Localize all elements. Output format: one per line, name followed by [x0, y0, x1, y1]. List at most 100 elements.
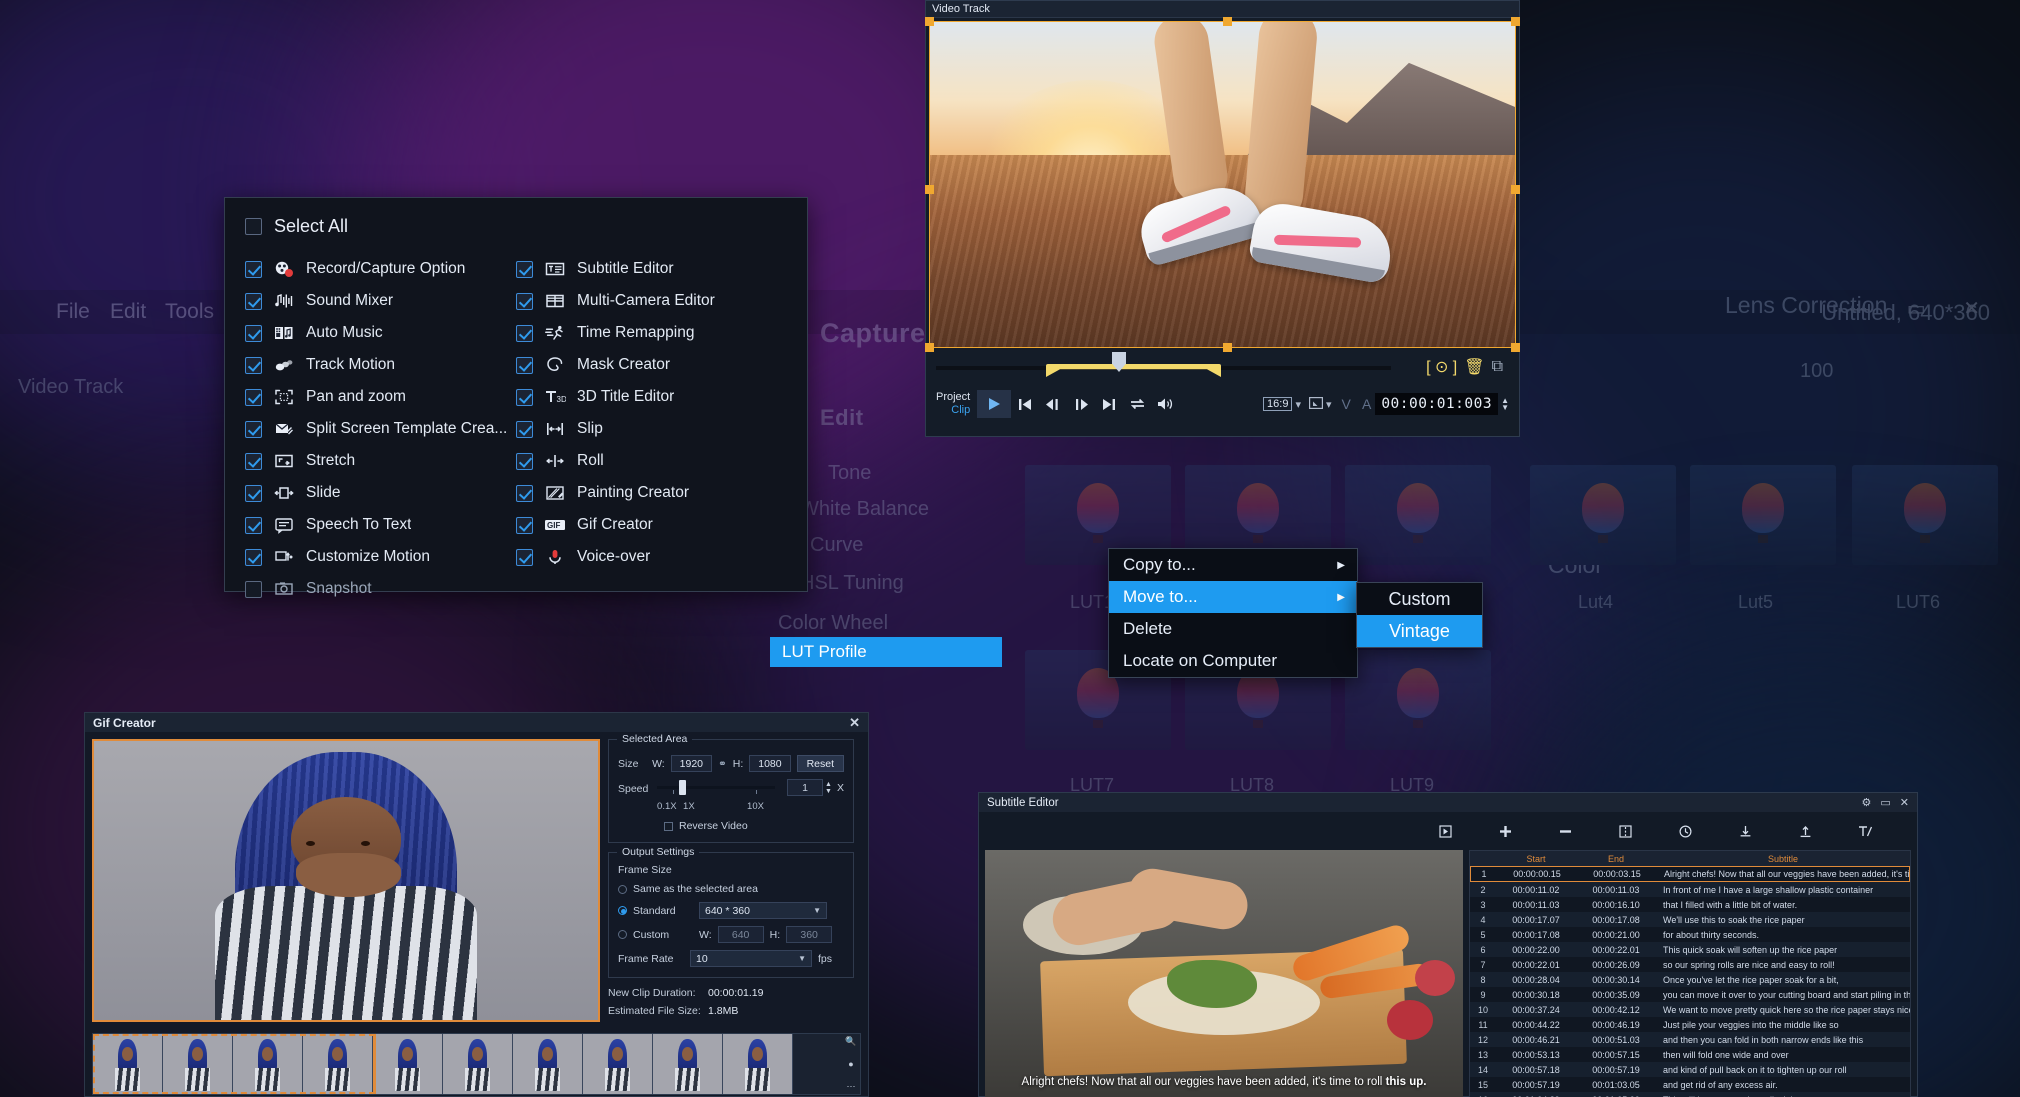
tool-checkbox[interactable]	[245, 548, 262, 566]
tool-row-pan-and-zoom[interactable]: Pan and zoom	[245, 381, 516, 413]
tool-checkbox[interactable]	[245, 356, 262, 374]
tool-checkbox[interactable]	[245, 516, 262, 534]
import-icon[interactable]	[1715, 816, 1775, 846]
context-menu-item-locate-on-computer[interactable]: Locate on Computer	[1109, 645, 1357, 677]
previous-button[interactable]	[1011, 390, 1039, 418]
player-mode-toggle[interactable]: Project Clip	[936, 391, 970, 417]
chevron-down-icon[interactable]: ▼	[813, 906, 821, 915]
gif-filmstrip[interactable]: 🔍 ● ⋯	[92, 1033, 861, 1095]
speed-slider[interactable]	[657, 779, 776, 801]
subtitle-row[interactable]: 3 00:00:11.03 00:00:16.10 that I filled wit…	[1470, 897, 1910, 912]
lut-thumb-5[interactable]	[1690, 465, 1836, 565]
tool-row-customize-motion[interactable]: Customize Motion	[245, 541, 516, 573]
speed-value[interactable]: 1	[787, 779, 824, 796]
subtitle-row[interactable]: 2 00:00:11.02 00:00:11.03 In front of me I …	[1470, 882, 1910, 897]
tool-checkbox[interactable]	[245, 484, 262, 502]
subtitle-text[interactable]: so our spring rolls are nice and easy to…	[1656, 960, 1910, 970]
subtitle-row[interactable]: 4 00:00:17.07 00:00:17.08 We'll use this to…	[1470, 912, 1910, 927]
tool-row-auto-music[interactable]: Auto Music	[245, 317, 516, 349]
subtitle-text[interactable]: We'll use this to soak the rice paper	[1656, 915, 1910, 925]
context-menu-item-copy-to[interactable]: Copy to... ▶	[1109, 549, 1357, 581]
subtitle-start[interactable]: 00:00:17.07	[1496, 915, 1576, 925]
close-icon[interactable]: ✕	[849, 715, 860, 731]
subtitle-start[interactable]: 00:00:11.03	[1496, 900, 1576, 910]
tool-checkbox[interactable]	[245, 452, 262, 470]
tool-row-sound-mixer[interactable]: Sound Mixer	[245, 285, 516, 317]
filmstrip-frame[interactable]	[583, 1034, 653, 1094]
subtitle-end[interactable]: 00:00:46.19	[1576, 1020, 1656, 1030]
frame-rate-select[interactable]: 10 ▼	[690, 950, 812, 967]
chevron-down-icon[interactable]: ▼	[798, 954, 806, 963]
subtitle-start[interactable]: 00:00:22.00	[1496, 945, 1576, 955]
handle-bc[interactable]	[1222, 343, 1232, 352]
maximize-icon[interactable]: ▭	[1880, 796, 1890, 809]
speed-stepper-arrows[interactable]: ▲ ▼	[825, 781, 832, 795]
handle-tc[interactable]	[1222, 17, 1232, 26]
submenu-item-custom[interactable]: Custom	[1357, 583, 1482, 615]
tool-checkbox[interactable]	[245, 420, 262, 438]
filmstrip-frame[interactable]	[513, 1034, 583, 1094]
subtitle-start[interactable]: 00:00:53.13	[1496, 1050, 1576, 1060]
filmstrip-selection-edge[interactable]	[373, 1034, 376, 1094]
tab-capture[interactable]: Capture	[820, 318, 926, 349]
duplicate-icon[interactable]: ⧉	[1492, 358, 1503, 376]
add-icon[interactable]	[1475, 816, 1535, 846]
tool-checkbox[interactable]	[516, 292, 533, 310]
subtitle-row[interactable]: 6 00:00:22.00 00:00:22.01 This quick soak w…	[1470, 942, 1910, 957]
subtitle-end[interactable]: 00:00:57.15	[1576, 1050, 1656, 1060]
filmstrip-selection[interactable]	[93, 1034, 375, 1094]
subtitle-text[interactable]: you can move it over to your cutting boa…	[1656, 990, 1910, 1000]
subtitle-end[interactable]: 00:00:11.03	[1576, 885, 1656, 895]
tool-checkbox[interactable]	[516, 420, 533, 438]
zoom-slider-knob[interactable]: ●	[848, 1059, 853, 1069]
lut-thumb-9[interactable]	[1345, 650, 1491, 750]
filmstrip-frame[interactable]	[723, 1034, 793, 1094]
tool-row-roll[interactable]: Roll	[516, 445, 787, 477]
subtitle-start[interactable]: 00:00:57.18	[1496, 1065, 1576, 1075]
zoom-in-icon[interactable]: 🔍	[845, 1036, 856, 1047]
filmstrip-zoom-control[interactable]: 🔍 ● ⋯	[844, 1036, 858, 1092]
tool-row-time-remapping[interactable]: Time Remapping	[516, 317, 787, 349]
select-all-row[interactable]: Select All	[245, 216, 787, 237]
subtitle-text[interactable]: for about thirty seconds.	[1656, 930, 1910, 940]
subtitle-end[interactable]: 00:00:22.01	[1576, 945, 1656, 955]
display-mode-selector[interactable]: ▾	[1308, 396, 1332, 412]
va-toggle[interactable]: V A	[1342, 396, 1376, 412]
play-button[interactable]	[977, 390, 1012, 418]
subtitle-end[interactable]: 00:00:51.03	[1576, 1035, 1656, 1045]
tool-row-stretch[interactable]: Stretch	[245, 445, 516, 477]
tool-row-split-screen-template-crea[interactable]: Split Screen Template Crea...	[245, 413, 516, 445]
tool-checkbox[interactable]	[516, 548, 533, 566]
mode-clip-label[interactable]: Clip	[936, 404, 970, 417]
tool-checkbox[interactable]	[516, 324, 533, 342]
subtitle-start[interactable]: 00:00:28.04	[1496, 975, 1576, 985]
custom-width-input[interactable]: 640	[717, 926, 764, 943]
subtitle-start[interactable]: 00:00:57.19	[1496, 1080, 1576, 1090]
subtitle-row[interactable]: 10 00:00:37.24 00:00:42.12 We want to move …	[1470, 1002, 1910, 1017]
tool-checkbox[interactable]	[245, 324, 262, 342]
subtitle-text[interactable]: that I filled with a little bit of water…	[1656, 900, 1910, 910]
subtitle-text[interactable]: and kind of pull back on it to tighten u…	[1656, 1065, 1910, 1075]
subtitle-table[interactable]: Start End Subtitle 1 00:00:00.15 00:00:03.…	[1469, 850, 1911, 1097]
subtitle-start[interactable]: 00:00:22.01	[1496, 960, 1576, 970]
subtitle-text[interactable]: and get rid of any excess air.	[1656, 1080, 1910, 1090]
aspect-ratio-selector[interactable]: 16:9 ▾	[1263, 397, 1301, 411]
subtitle-start[interactable]: 00:00:44.22	[1496, 1020, 1576, 1030]
subtitle-row[interactable]: 9 00:00:30.18 00:00:35.09 you can move it o…	[1470, 987, 1910, 1002]
subtitle-end[interactable]: 00:01:03.05	[1576, 1080, 1656, 1090]
tool-row-multi-camera-editor[interactable]: Multi-Camera Editor	[516, 285, 787, 317]
handle-mr[interactable]	[1511, 184, 1520, 194]
timecode-stepper[interactable]: ▲ ▼	[1501, 397, 1509, 412]
subtitle-row[interactable]: 13 00:00:53.13 00:00:57.15 then will fold o…	[1470, 1047, 1910, 1062]
tool-checkbox[interactable]	[516, 388, 533, 406]
chevron-down-icon[interactable]: ▾	[1326, 398, 1332, 411]
timecode-display[interactable]: 00:00:01:003	[1375, 393, 1499, 415]
trash-icon[interactable]: 🗑	[1464, 357, 1484, 377]
subtitle-row[interactable]: 1600:01:04.2900:01:05.00This will keep o…	[1470, 1092, 1910, 1097]
custom-height-input[interactable]: 360	[786, 926, 833, 943]
menu-tools[interactable]: Tools	[165, 300, 214, 324]
context-menu-item-move-to[interactable]: Move to... ▶	[1109, 581, 1357, 613]
menu-file[interactable]: File	[56, 300, 90, 324]
clock-icon[interactable]	[1655, 816, 1715, 846]
lut-thumb-6[interactable]	[1852, 465, 1998, 565]
